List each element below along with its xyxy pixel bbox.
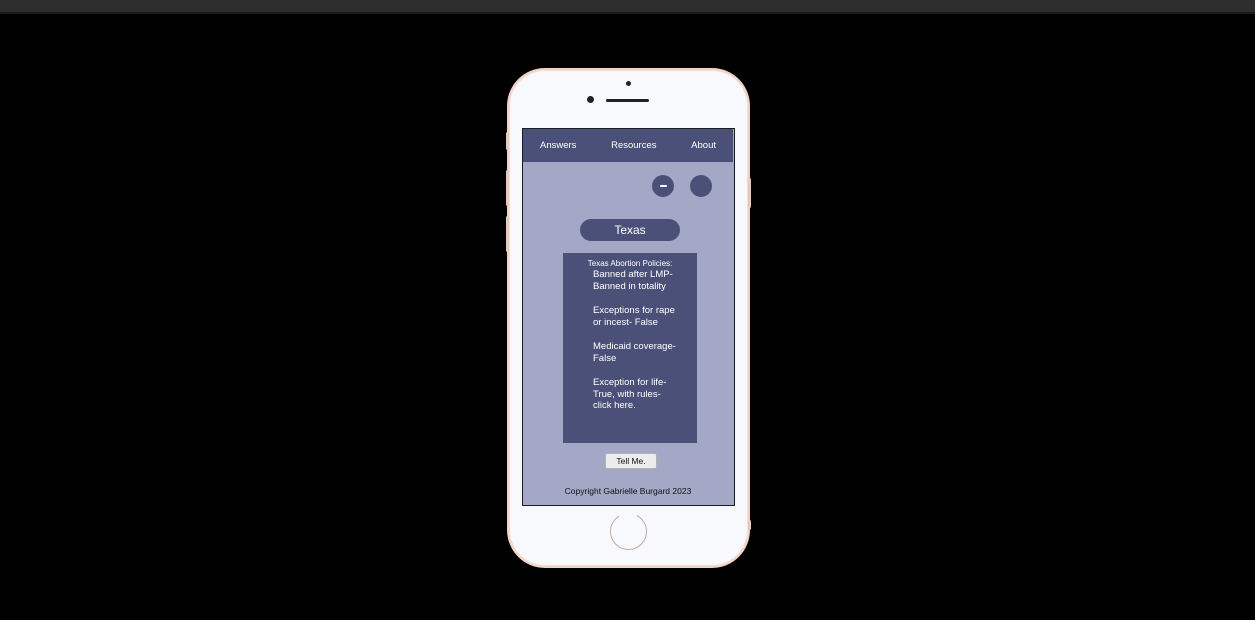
circle-button[interactable]: [690, 175, 712, 197]
nav-resources[interactable]: Resources: [611, 140, 656, 151]
policy-item-exceptions: Exceptions for rape or incest- False: [593, 305, 675, 328]
policy-title: Texas Abortion Policies:: [587, 259, 673, 268]
earpiece-speaker: [606, 99, 649, 102]
power-button: [748, 178, 751, 208]
policy-item-ban: Banned after LMP- Banned in totality: [593, 269, 673, 292]
side-notch: [748, 520, 751, 530]
zoom-out-button[interactable]: [652, 175, 674, 197]
sensor-dot: [626, 81, 631, 86]
policy-panel: Texas Abortion Policies: Banned after LM…: [563, 253, 697, 443]
state-selector[interactable]: Texas: [580, 219, 680, 241]
front-camera-icon: [587, 96, 594, 103]
nav-answers[interactable]: Answers: [540, 140, 576, 151]
top-nav: Answers Resources About: [523, 129, 733, 162]
phone-mockup: Answers Resources About Texas Texas Abor…: [506, 70, 751, 566]
volume-up-button: [506, 170, 509, 206]
volume-down-button: [506, 216, 509, 252]
policy-item-medicaid: Medicaid coverage- False: [593, 341, 676, 364]
home-button: [610, 511, 647, 550]
app-screen: Answers Resources About Texas Texas Abor…: [522, 128, 735, 506]
copyright-text: Copyright Gabrielle Burgard 2023: [564, 486, 692, 496]
policy-list: Banned after LMP- Banned in totality Exc…: [563, 269, 697, 412]
nav-about[interactable]: About: [691, 140, 716, 151]
mute-switch: [506, 132, 509, 150]
browser-top-bar: [0, 0, 1255, 14]
tell-me-button[interactable]: Tell Me.: [605, 453, 657, 469]
policy-item-life-exception[interactable]: Exception for life- True, with rules- cl…: [593, 377, 677, 412]
minus-icon: [659, 185, 667, 187]
